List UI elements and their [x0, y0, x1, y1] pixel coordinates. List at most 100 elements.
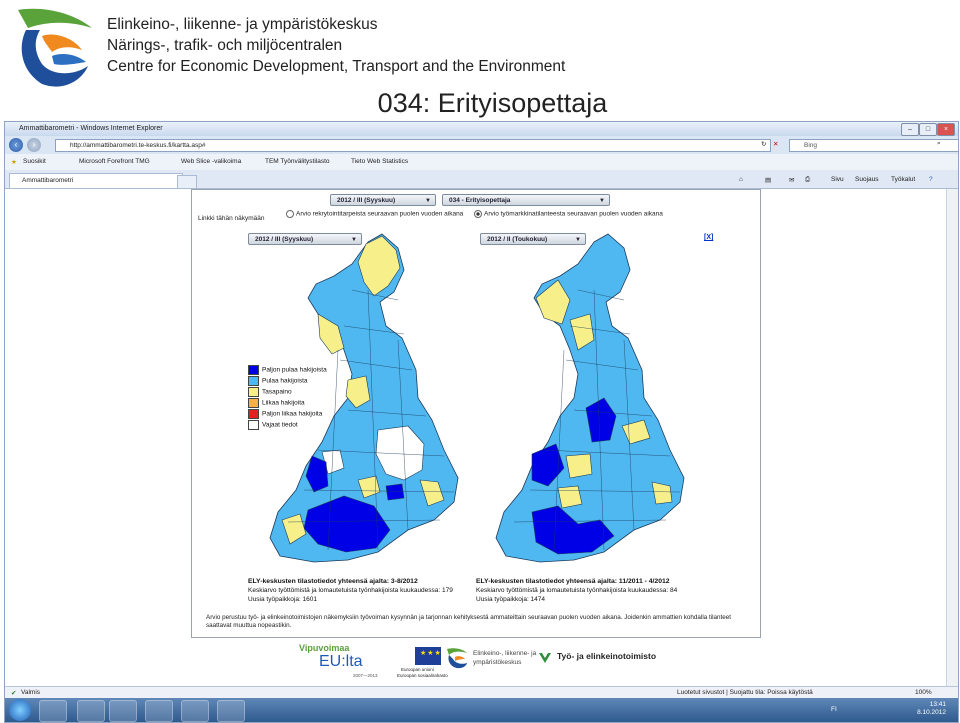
- menu-tools[interactable]: Työkalut: [891, 176, 915, 183]
- radio-button[interactable]: [286, 210, 294, 218]
- radio-button-selected[interactable]: [474, 210, 482, 218]
- favorites-star-icon[interactable]: ★: [11, 158, 17, 166]
- eu-lta-text: EU:lta: [319, 653, 363, 670]
- org-name-sv: Närings-, trafik- och miljöcentralen: [107, 37, 343, 54]
- legend-label: Paljon liikaa hakijoita: [262, 410, 323, 418]
- finland-outline: [495, 233, 685, 563]
- tab-label: Ammattibarometri: [22, 177, 74, 184]
- ely-fi-text: Elinkeino-, liikenne- ja: [473, 650, 537, 657]
- legend-swatch: [248, 420, 259, 430]
- occupation-select[interactable]: 034 - Erityisopettaja ▼: [442, 194, 610, 206]
- forward-button[interactable]: ›: [27, 138, 41, 152]
- left-stats-avg: Keskiarvo työttömistä ja lomautetuista t…: [248, 587, 453, 594]
- legend-swatch: [248, 398, 259, 408]
- security-zone: Luotetut sivustot | Suojattu tila: Poiss…: [677, 689, 813, 696]
- ely-fi-text-2: ympäristökeskus: [473, 659, 522, 666]
- browser-window: Ammattibarometri - Windows Internet Expl…: [4, 121, 959, 723]
- menu-page[interactable]: Sivu: [831, 176, 844, 183]
- print-icon[interactable]: ⎙: [805, 176, 810, 184]
- barometer-panel: 2012 / III (Syyskuu) ▼ 034 - Erityisopett…: [191, 189, 761, 638]
- stop-icon[interactable]: ✕: [773, 140, 778, 148]
- top-period-select[interactable]: 2012 / III (Syyskuu) ▼: [330, 194, 436, 206]
- close-window-button[interactable]: ×: [937, 123, 955, 136]
- ely-small-logo-icon: [447, 648, 467, 669]
- language-indicator[interactable]: FI: [831, 706, 837, 713]
- legend-label: Paljon pulaa hakijoista: [262, 366, 327, 374]
- tab-bar: Ammattibarometri ⌂ ▤ ✉ ⎙ Sivu Suojaus Ty…: [5, 170, 958, 189]
- taskbar-app-icon[interactable]: [145, 700, 173, 722]
- radio-labour-market[interactable]: Arvio työmarkkinatilanteesta seuraavan p…: [474, 210, 663, 218]
- legend-swatch: [248, 409, 259, 419]
- back-button[interactable]: ‹: [9, 138, 23, 152]
- new-tab-button[interactable]: [177, 175, 197, 188]
- legend-label: Vajaat tiedot: [262, 421, 298, 429]
- maximize-button[interactable]: □: [919, 123, 937, 136]
- chevron-down-icon: ▼: [599, 198, 605, 204]
- favorites-bar: ★ Suosikit Microsoft Forefront TMG Web S…: [5, 154, 958, 171]
- eu-fund-label: Euroopan sosiaalirahasto: [397, 673, 448, 678]
- finland-map-right[interactable]: [474, 230, 704, 575]
- vipuvoimaa-text: Vipuvoimaa: [299, 643, 350, 653]
- taskbar-ie-icon[interactable]: [39, 700, 67, 722]
- taskbar-word-icon[interactable]: [181, 700, 209, 722]
- clock-time: 13:41: [929, 701, 946, 708]
- fav-link-tem[interactable]: TEM Työnvälitystilasto: [265, 158, 330, 165]
- taskbar-explorer-icon[interactable]: [77, 700, 105, 722]
- mail-icon[interactable]: ✉: [789, 176, 794, 184]
- legend-item: Paljon pulaa hakijoista: [248, 365, 327, 375]
- window-title: Ammattibarometri - Windows Internet Expl…: [19, 125, 163, 132]
- right-stats-avg: Keskiarvo työttömistä ja lomautetuista t…: [476, 587, 678, 594]
- menu-safety[interactable]: Suojaus: [855, 176, 879, 183]
- eu-flag-icon: ★★★: [415, 647, 441, 665]
- refresh-icon[interactable]: ↻: [761, 140, 766, 148]
- eu-union-label: Euroopan unioni: [401, 667, 434, 672]
- favorites-button[interactable]: Suosikit: [23, 158, 46, 165]
- start-button[interactable]: [9, 699, 31, 721]
- left-stats-title: ELY-keskusten tilastotiedot yhteensä aja…: [248, 578, 418, 585]
- occupation-value: 034 - Erityisopettaja: [449, 197, 511, 204]
- zoom-level[interactable]: 100%: [915, 689, 932, 696]
- search-icon[interactable]: ⌕: [937, 140, 941, 148]
- tab-ammattibarometri[interactable]: Ammattibarometri: [9, 173, 183, 188]
- minimize-button[interactable]: –: [901, 123, 919, 136]
- clock[interactable]: 13:41 8.10.2012: [917, 701, 946, 717]
- right-stats: ELY-keskusten tilastotiedot yhteensä aja…: [476, 577, 677, 604]
- done-check-icon: ✔: [11, 690, 17, 697]
- radio-labour-market-label: Arvio työmarkkinatilanteesta seuraavan p…: [484, 210, 663, 218]
- region-central-yellow: [565, 453, 593, 479]
- top-period-value: 2012 / III (Syyskuu): [337, 197, 396, 204]
- te-office-text: Työ- ja elinkeinotoimisto: [557, 651, 657, 661]
- legend-label: Pulaa hakijoista: [262, 377, 308, 385]
- legend-swatch: [248, 376, 259, 386]
- address-bar: ‹ › http://ammattibarometri.te-keskus.fi…: [5, 136, 958, 154]
- help-icon[interactable]: ?: [929, 176, 933, 183]
- fav-link-tmg[interactable]: Microsoft Forefront TMG: [79, 158, 150, 165]
- vertical-scrollbar[interactable]: [946, 189, 958, 686]
- eu-years: 2007—2013: [353, 673, 378, 678]
- te-logo-icon: [539, 653, 551, 663]
- footer-logos: Vipuvoimaa EU:lta 2007—2013 ★★★ Euroopan…: [191, 639, 759, 689]
- status-text: Valmis: [21, 689, 41, 696]
- legend-swatch: [248, 387, 259, 397]
- right-stats-title: ELY-keskusten tilastotiedot yhteensä aja…: [476, 578, 670, 585]
- region-mid-yellow: [557, 485, 583, 509]
- region-central-blue: [385, 483, 405, 501]
- page-viewport: 2012 / III (Syyskuu) ▼ 034 - Erityisopett…: [5, 189, 946, 686]
- radio-recruitment[interactable]: Arvio rekrytointitarpeista seuraavan puo…: [286, 210, 463, 218]
- footnote: Arvio perustuu työ- ja elinkeinotoimisto…: [206, 614, 732, 629]
- legend-item: Vajaat tiedot: [248, 420, 298, 430]
- url-field[interactable]: http://ammattibarometri.te-keskus.fi/kar…: [55, 139, 771, 152]
- taskbar-powerpoint-icon[interactable]: [217, 700, 245, 722]
- taskbar-media-icon[interactable]: [109, 700, 137, 722]
- window-titlebar: Ammattibarometri - Windows Internet Expl…: [5, 122, 958, 136]
- fav-link-webslice[interactable]: Web Slice -valikoima: [181, 158, 241, 165]
- slide-title: 034: Erityisopettaja: [377, 88, 608, 118]
- search-field[interactable]: Bing: [789, 139, 958, 152]
- home-icon[interactable]: ⌂: [739, 176, 743, 183]
- feeds-icon[interactable]: ▤: [765, 176, 771, 184]
- close-map-link[interactable]: [X]: [704, 234, 713, 241]
- fav-link-tieto[interactable]: Tieto Web Statistics: [351, 158, 408, 165]
- windows-taskbar: FI 13:41 8.10.2012: [5, 698, 958, 722]
- org-name-en: Centre for Economic Development, Transpo…: [107, 58, 566, 75]
- link-to-view[interactable]: Linkki tähän näkymään: [198, 215, 265, 222]
